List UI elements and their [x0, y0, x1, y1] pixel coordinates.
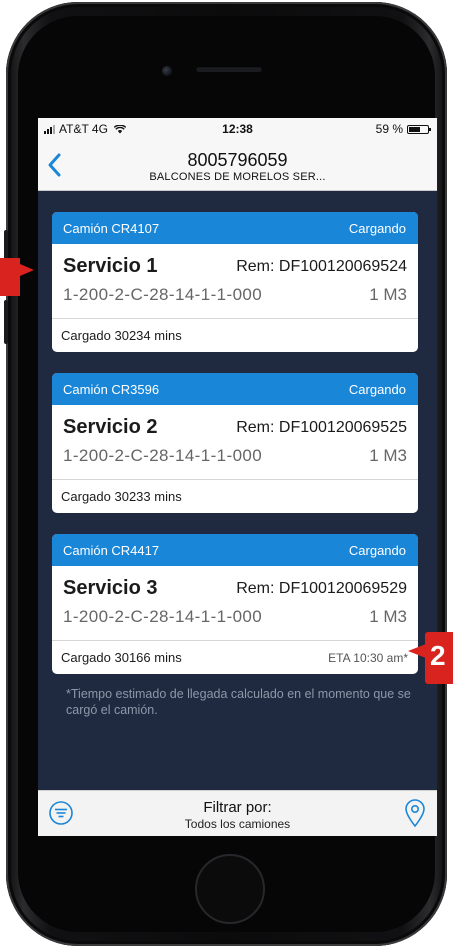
service-name: Servicio 3 [63, 577, 158, 599]
app-screen: AT&T 4G 12:38 59 % 8005796059 BALCONES D… [38, 118, 437, 836]
service-code: 1-200-2-C-28-14-1-1-000 [63, 285, 263, 304]
phone-side-button [4, 300, 8, 344]
earpiece-speaker [196, 66, 262, 72]
status-right: 59 % [375, 122, 431, 136]
location-button[interactable] [403, 798, 427, 828]
rem-number: Rem: DF100120069529 [236, 580, 407, 597]
home-button[interactable] [195, 854, 265, 924]
battery-icon [407, 124, 431, 134]
quantity: 1 M3 [369, 285, 407, 304]
status-bar: AT&T 4G 12:38 59 % [38, 118, 437, 138]
truck-card[interactable]: Camión CR4417 Cargando Servicio 3 Rem: D… [52, 534, 418, 674]
truck-card[interactable]: Camión CR3596 Cargando Servicio 2 Rem: D… [52, 373, 418, 513]
quantity: 1 M3 [369, 446, 407, 465]
loaded-time: Cargado 30234 mins [61, 328, 182, 343]
status-label: Cargando [348, 220, 406, 236]
navigation-bar: 8005796059 BALCONES DE MORELOS SER... [38, 138, 437, 191]
status-label: Cargando [348, 381, 406, 397]
eta-footnote: *Tiempo estimado de llegada calculado en… [66, 687, 411, 717]
front-camera [162, 66, 172, 76]
truck-label: Camión CR4417 [63, 542, 160, 558]
truck-label: Camión CR3596 [63, 381, 160, 397]
callout-arrow-1 [20, 264, 34, 276]
quantity: 1 M3 [369, 607, 407, 626]
truck-label: Camión CR4107 [63, 220, 160, 236]
service-name: Servicio 2 [63, 416, 158, 438]
page-title: 8005796059 [187, 150, 288, 170]
callout-label-2: 2 [430, 640, 446, 671]
callout-marker-1 [0, 258, 20, 296]
loaded-time: Cargado 30233 mins [61, 489, 182, 504]
card-body: Servicio 2 Rem: DF100120069525 1-200-2-C… [52, 405, 418, 480]
card-header: Camión CR4417 Cargando [52, 534, 418, 566]
service-code: 1-200-2-C-28-14-1-1-000 [63, 446, 263, 465]
card-header: Camión CR4107 Cargando [52, 212, 418, 244]
battery-percent: 59 % [375, 122, 403, 136]
eta-label: ETA 10:30 am* [328, 650, 408, 665]
page-subtitle: BALCONES DE MORELOS SER... [149, 171, 326, 183]
card-footer: Cargado 30234 mins [52, 319, 418, 352]
card-footer: Cargado 30233 mins [52, 480, 418, 513]
card-header: Camión CR3596 Cargando [52, 373, 418, 405]
rem-number: Rem: DF100120069524 [236, 258, 407, 275]
rem-number: Rem: DF100120069525 [236, 419, 407, 436]
filter-bar[interactable]: Filtrar por: Todos los camiones [38, 790, 437, 836]
card-body: Servicio 3 Rem: DF100120069529 1-200-2-C… [52, 566, 418, 641]
callout-arrow-2 [408, 644, 426, 658]
loaded-time: Cargado 30166 mins [61, 650, 182, 665]
service-name: Servicio 1 [63, 255, 158, 277]
service-code: 1-200-2-C-28-14-1-1-000 [63, 607, 263, 626]
filter-value[interactable]: Todos los camiones [38, 817, 437, 831]
location-pin-icon [405, 799, 425, 828]
truck-card[interactable]: Camión CR4107 Cargando Servicio 1 Rem: D… [52, 212, 418, 352]
card-body: Servicio 1 Rem: DF100120069524 1-200-2-C… [52, 244, 418, 319]
status-label: Cargando [348, 542, 406, 558]
filter-title: Filtrar por: [203, 799, 272, 816]
card-footer: Cargado 30166 mins ETA 10:30 am* [52, 641, 418, 674]
